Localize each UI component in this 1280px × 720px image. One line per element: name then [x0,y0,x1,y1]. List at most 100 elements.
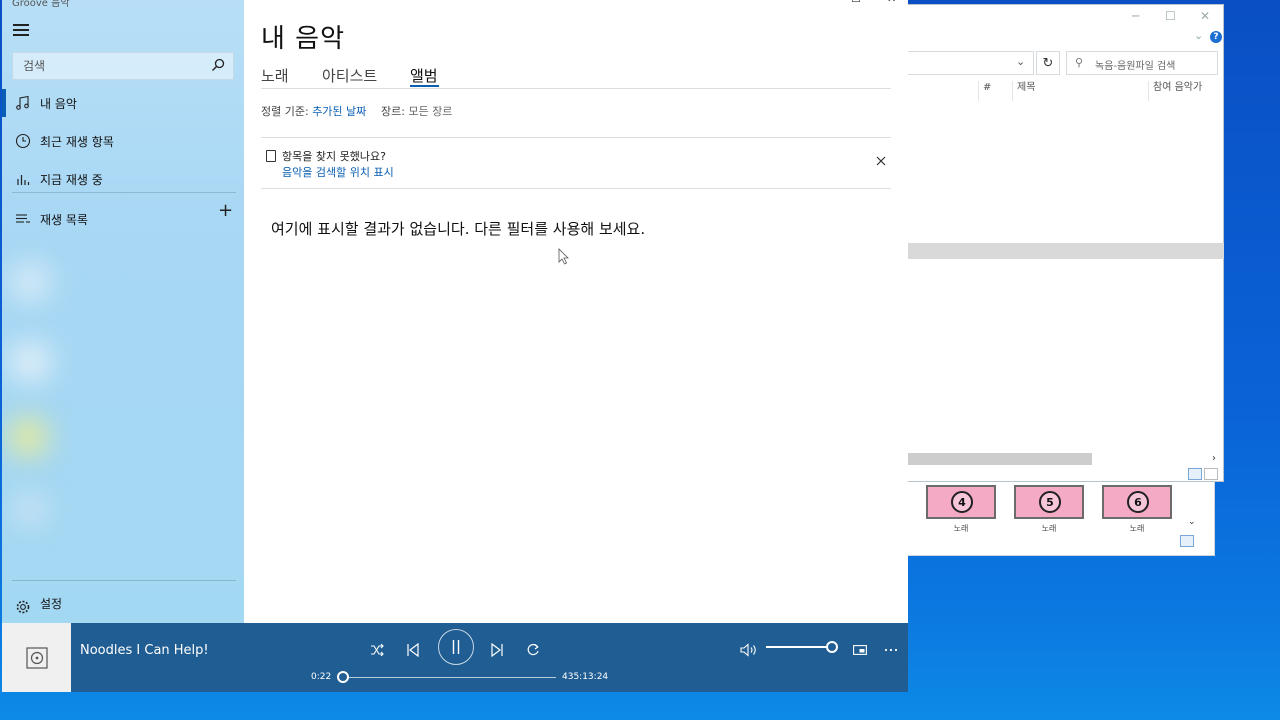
next-icon [491,643,503,657]
expand-ribbon-icon[interactable]: ⌄ [1194,29,1203,42]
divider [12,580,236,581]
address-bar[interactable]: ⌄ [906,51,1034,75]
view-toggle-icon[interactable] [1180,535,1194,547]
clock-icon [15,133,31,149]
previous-button[interactable] [400,637,426,663]
hamburger-menu-icon[interactable] [13,24,29,36]
player-bar: Noodles I Can Help! 0:22 435:13:24 [2,623,908,692]
decorative-blur [10,262,50,302]
shuffle-button[interactable] [364,637,390,663]
details-view-icon[interactable] [1188,468,1202,480]
gear-icon [16,600,30,614]
refresh-button[interactable]: ↻ [1036,51,1060,75]
mini-player-icon [853,645,867,655]
horizontal-scrollbar[interactable] [906,453,1092,465]
scroll-right-icon[interactable]: › [1212,453,1216,464]
divider [261,188,891,189]
active-tab-indicator [410,85,439,87]
search-icon: ⚲ [1075,56,1084,69]
next-button[interactable] [484,637,510,663]
repeat-icon [527,643,539,656]
album-placeholder-icon [25,646,48,669]
tab-artists[interactable]: 아티스트 [322,65,377,86]
speaker-icon [740,643,756,657]
sidebar-item-label: 내 음악 [40,97,77,111]
sidebar-item-playlists[interactable]: 재생 목록 [2,201,244,237]
equalizer-icon [17,175,30,185]
divider [261,88,891,89]
maximize-icon[interactable]: ☐ [1165,9,1176,23]
search-input[interactable] [13,53,203,79]
empty-results-message: 여기에 표시할 결과가 없습니다. 다른 필터를 사용해 보세요. [271,220,646,238]
sidebar-item-my-music[interactable]: 내 음악 [2,85,244,121]
progress-slider[interactable] [342,677,556,678]
thumbnail-6[interactable]: 6 [1102,485,1172,519]
sort-label: 정렬 기준: [261,105,309,118]
decorative-blur [8,342,52,382]
volume-button[interactable] [736,637,762,663]
total-time: 435:13:24 [562,672,609,682]
sidebar-item-recent[interactable]: 최근 재생 항목 [2,123,244,159]
progress-thumb[interactable] [337,671,349,683]
maximize-icon[interactable]: ☐ [851,0,861,5]
sidebar-item-settings[interactable]: 설정 [2,589,244,623]
close-icon[interactable] [874,154,888,168]
sidebar-item-label: 최근 재생 항목 [40,135,114,149]
volume-slider[interactable] [766,646,828,648]
thumbnail-4[interactable]: 4 [926,485,996,519]
pause-button[interactable] [438,629,474,665]
repeat-button[interactable] [520,637,546,663]
large-icons-view-icon[interactable] [1204,468,1218,480]
tab-albums[interactable]: 앨범 [410,65,438,86]
column-header-number[interactable]: # [978,81,1012,101]
minimize-icon[interactable]: ─ [1132,9,1139,23]
sidebar-item-label: 지금 재생 중 [40,173,103,187]
show-music-location-link[interactable]: 음악을 검색할 위치 표시 [282,164,394,180]
selected-row[interactable] [906,243,1224,259]
more-options-button[interactable] [878,637,904,663]
track-title[interactable]: Noodles I Can Help! [80,643,209,658]
thumbnail-5[interactable]: 5 [1014,485,1084,519]
thumbnail-label: 노래 [1041,524,1057,533]
sort-value: 추가된 날짜 [312,105,367,118]
explorer-titlebar: ─ ☐ ✕ [906,5,1223,29]
help-icon[interactable]: ? [1210,31,1222,43]
music-note-icon [16,95,29,110]
close-icon[interactable]: ✕ [887,0,896,5]
add-playlist-icon[interactable]: + [218,200,233,221]
explorer-search-input[interactable]: ⚲ 녹음-음원파일 검색 [1066,51,1218,75]
decorative-blur [12,492,48,528]
column-header-artist[interactable]: 참여 음악가 [1148,81,1224,101]
minimize-icon[interactable]: ─ [816,0,823,5]
explorer-window-back: 4 노래 5 노래 6 노래 ⌄ [895,478,1215,556]
search-icon[interactable] [211,58,225,72]
scroll-down-icon[interactable]: ⌄ [1188,517,1196,527]
volume-thumb[interactable] [826,641,838,653]
mini-view-button[interactable] [847,637,873,663]
chevron-down-icon[interactable]: ⌄ [1016,55,1025,68]
shuffle-icon [371,644,384,656]
page-title: 내 음악 [261,24,346,54]
groove-window: Groove 음악 내 음악 최근 재생 항목 [2,0,908,692]
column-header-title[interactable]: 제목 [1012,81,1148,101]
search-box [12,52,234,80]
close-icon[interactable]: ✕ [1200,9,1210,23]
notice-title: 항목을 찾지 못했나요? [282,150,386,163]
divider [12,192,236,193]
previous-icon [407,643,419,657]
sidebar-item-label: 재생 목록 [40,213,88,227]
genre-filter[interactable]: 장르: 모든 장르 [381,103,452,119]
thumbnail-label: 노래 [1129,524,1145,533]
sidebar: Groove 음악 내 음악 최근 재생 항목 [2,0,244,623]
decorative-blur [8,417,48,457]
main-content: ─ ☐ ✕ 내 음악 노래 아티스트 앨범 정렬 기준: 추가된 날짜 장르: … [244,0,908,623]
more-icon [884,648,898,652]
elapsed-time: 0:22 [311,672,332,682]
sort-filter[interactable]: 정렬 기준: 추가된 날짜 [261,103,366,119]
app-title: Groove 음악 [12,0,70,9]
genre-label: 장르: [381,105,405,118]
album-art[interactable] [2,623,71,692]
tab-songs[interactable]: 노래 [261,65,289,86]
playlist-icon [16,214,30,223]
settings-label: 설정 [40,597,63,611]
